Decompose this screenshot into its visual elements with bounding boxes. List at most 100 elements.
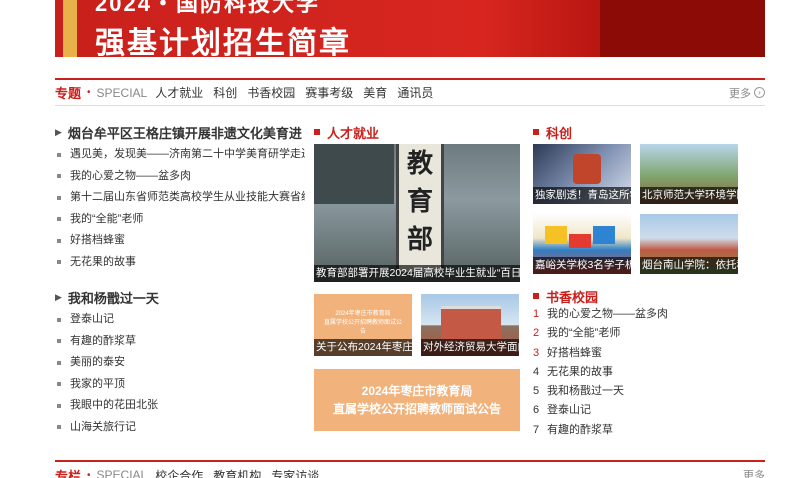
- topic-nav-contest[interactable]: 赛事考级: [305, 84, 353, 101]
- list-item[interactable]: 好搭档蜂蜜: [55, 230, 305, 252]
- list-item[interactable]: 有趣的酢浆草: [55, 331, 305, 353]
- topic-dot: •: [87, 87, 91, 98]
- list-item[interactable]: 遇见美，发现美——济南第二十中学美育研学走进济: [55, 144, 305, 166]
- notice-line1: 2024年枣庄市教育局: [361, 384, 473, 398]
- robot-shape: [573, 154, 601, 184]
- rank-number: 3: [533, 346, 540, 359]
- photo-caption: 对外经济贸易大学面向: [421, 339, 519, 356]
- photo-caption: 关于公布2024年枣庄市: [314, 339, 412, 356]
- column-lead[interactable]: 专栏: [55, 466, 81, 478]
- campus-ranking-list: 1 我的心爱之物——盆多肉 2 我的“全能”老师 3 好搭档蜂蜜 4 无花果的故事 5我…: [533, 305, 765, 440]
- left-section1-title-text: 烟台牟平区王格庄镇开展非遗文化美育进: [67, 125, 302, 141]
- square-bullet-icon: [57, 174, 61, 179]
- topic-nav-campus[interactable]: 书香校园: [247, 84, 295, 101]
- notice-line2: 直属学校公开招聘教师面试公告: [332, 402, 501, 416]
- ranking-item[interactable]: 3 好搭档蜂蜜: [533, 344, 765, 363]
- chevron-right-icon: ›: [754, 87, 765, 98]
- list-item[interactable]: 我眼中的花田北张: [55, 395, 305, 417]
- square-marker-icon: [533, 129, 539, 135]
- triangle-right-icon: ▶: [55, 291, 62, 302]
- topic-nav-innovation[interactable]: 科创: [213, 84, 237, 101]
- square-bullet-icon: [57, 425, 61, 430]
- building-roof-shape: [314, 144, 394, 204]
- photo-caption: 北京师范大学环境学院: [640, 187, 738, 204]
- photo-caption: 教育部部署开展2024届高校毕业生就业“百日冲: [314, 265, 520, 282]
- column-nav-bar: 专栏 • SPECIAL 校企合作 教育机构 专家访谈 更多: [55, 460, 765, 478]
- rank-number: 5: [533, 385, 540, 398]
- column-dot: •: [87, 469, 91, 478]
- topic-nav-arts[interactable]: 美育: [363, 84, 387, 101]
- list-item[interactable]: 无花果的故事: [55, 252, 305, 274]
- innovation-section-title[interactable]: 科创: [533, 122, 765, 142]
- column-more-link[interactable]: 更多: [743, 467, 765, 478]
- innovation-photo-3[interactable]: 嘉峪关学校3名学子析: [533, 214, 631, 274]
- left-section2-title[interactable]: ▶ 我和杨戬过一天: [55, 287, 305, 307]
- topic-nav-reporter[interactable]: 通讯员: [397, 84, 433, 101]
- notice-banner[interactable]: 2024年枣庄市教育局 直属学校公开招聘教师面试公告: [314, 369, 520, 431]
- campus-section-title-text: 书香校园: [546, 289, 599, 305]
- left-section2-title-text: 我和杨戬过一天: [67, 290, 159, 306]
- ranking-item[interactable]: 5 我和杨戬过一天: [533, 382, 765, 401]
- photo-caption: 烟台南山学院：依托科: [640, 257, 738, 274]
- square-bullet-icon: [57, 152, 61, 157]
- talent-section-title[interactable]: 人才就业: [314, 122, 520, 142]
- notice-thumb-text: 2024年枣庄市教育局 直属学校公开招聘教师面试公告: [323, 311, 402, 335]
- innovation-photo-2[interactable]: 北京师范大学环境学院: [640, 144, 738, 204]
- talent-photo-notice[interactable]: 2024年枣庄市教育局 直属学校公开招聘教师面试公告 关于公布2024年枣庄市: [314, 294, 412, 356]
- innovation-photo-1[interactable]: 独家剧透！青岛这所学: [533, 144, 631, 204]
- banner-top-text: 2024・国防科技大学: [95, 0, 320, 16]
- column-special-label: SPECIAL: [96, 468, 148, 478]
- lego-block-shape: [545, 226, 567, 244]
- photo-caption: 嘉峪关学校3名学子析: [533, 257, 631, 274]
- innovation-photo-4[interactable]: 烟台南山学院：依托科: [640, 214, 738, 274]
- topic-lead[interactable]: 专题: [55, 83, 81, 102]
- column-nav-enterprise[interactable]: 校企合作: [155, 467, 203, 478]
- rank-number: 6: [533, 404, 540, 417]
- left-column: ▶ 烟台牟平区王格庄镇开展非遗文化美育进 遇见美，发现美——济南第二十中学美育研…: [55, 122, 305, 438]
- innovation-section-title-text: 科创: [546, 125, 573, 141]
- square-bullet-icon: [57, 339, 61, 344]
- list-item[interactable]: 我的心爱之物——盆多肉: [55, 166, 305, 188]
- square-bullet-icon: [57, 317, 61, 322]
- banner-stripe: [63, 0, 77, 57]
- plaque-char: 育: [406, 186, 433, 216]
- campus-section-title[interactable]: 书香校园: [533, 286, 598, 306]
- topic-more-link[interactable]: 更多 ›: [729, 85, 765, 101]
- plaque-char: 部: [406, 224, 433, 254]
- plaque-char: 教: [406, 148, 433, 178]
- ranking-item[interactable]: 4 无花果的故事: [533, 363, 765, 382]
- column-nav-interview[interactable]: 专家访谈: [271, 467, 319, 478]
- column-nav-institution[interactable]: 教育机构: [213, 467, 261, 478]
- left-section1-list: 遇见美，发现美——济南第二十中学美育研学走进济 我的心爱之物——盆多肉 第十二届…: [55, 144, 305, 273]
- middle-column: 人才就业: [314, 122, 520, 142]
- left-section1-title[interactable]: ▶ 烟台牟平区王格庄镇开展非遗文化美育进: [55, 122, 305, 142]
- ranking-item[interactable]: 7 有趣的酢浆草: [533, 421, 765, 440]
- right-column: 科创: [533, 122, 765, 142]
- ranking-item[interactable]: 1 我的心爱之物——盆多肉: [533, 305, 765, 324]
- lego-block-shape: [593, 226, 615, 244]
- recruitment-banner[interactable]: 2024・国防科技大学 强基计划招生简章: [55, 0, 765, 57]
- list-item[interactable]: 登泰山记: [55, 309, 305, 331]
- building-shape: [441, 306, 501, 342]
- talent-photo-university[interactable]: 对外经济贸易大学面向: [421, 294, 519, 356]
- campus-section-title-wrap: 书香校园: [533, 286, 598, 306]
- square-bullet-icon: [57, 382, 61, 387]
- banner-title: 强基计划招生简章: [95, 27, 351, 57]
- square-bullet-icon: [57, 195, 61, 200]
- square-marker-icon: [533, 293, 539, 299]
- list-item[interactable]: 美丽的泰安: [55, 352, 305, 374]
- photo-caption: 独家剧透！青岛这所学: [533, 187, 631, 204]
- topic-nav-talent[interactable]: 人才就业: [155, 84, 203, 101]
- topic-special-label: SPECIAL: [96, 85, 148, 100]
- talent-feature-photo[interactable]: 教 育 部 教育部部署开展2024届高校毕业生就业“百日冲: [314, 144, 520, 282]
- list-item[interactable]: 我家的平顶: [55, 374, 305, 396]
- rank-number: 1: [533, 308, 540, 320]
- list-item[interactable]: 我的“全能”老师: [55, 209, 305, 231]
- lego-block-shape: [569, 234, 591, 248]
- list-item[interactable]: 山海关旅行记: [55, 417, 305, 439]
- list-item[interactable]: 第十二届山东省师范类高校学生从业技能大赛省级预: [55, 187, 305, 209]
- topic-nav-bar: 专题 • SPECIAL 人才就业 科创 书香校园 赛事考级 美育 通讯员 更多…: [55, 78, 765, 106]
- ministry-plaque: 教 育 部: [396, 144, 444, 272]
- ranking-item[interactable]: 2 我的“全能”老师: [533, 324, 765, 343]
- ranking-item[interactable]: 6 登泰山记: [533, 401, 765, 420]
